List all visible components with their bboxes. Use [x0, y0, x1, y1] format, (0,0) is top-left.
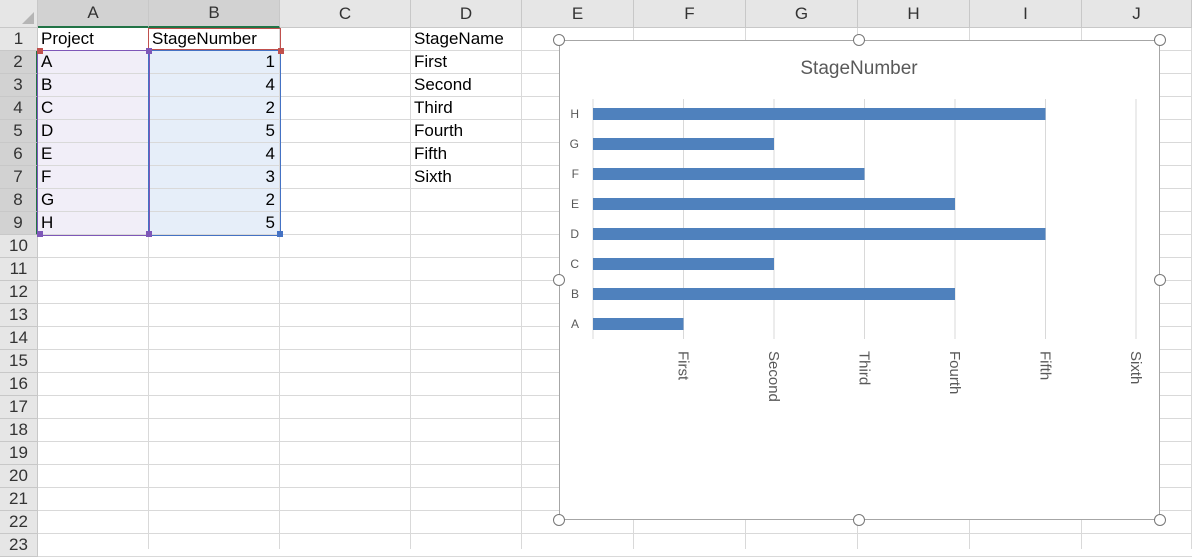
select-all-icon	[22, 12, 34, 24]
bar-b	[593, 288, 955, 300]
x-tick-label-sixth: Sixth	[1127, 351, 1144, 384]
cell-d7[interactable]: Sixth	[414, 165, 517, 188]
column-header-b[interactable]: B	[149, 0, 280, 28]
x-tick-label-second: Second	[765, 351, 782, 402]
gridline-horizontal	[38, 533, 1192, 534]
cell-d4[interactable]: Third	[414, 96, 517, 119]
cell-a1[interactable]: Project	[41, 27, 144, 50]
project-range-border	[37, 50, 150, 236]
column-header-e[interactable]: E	[522, 0, 634, 28]
row-header-20[interactable]: 20	[0, 465, 38, 488]
bar-chart[interactable]: StageNumber A B C D E F G H First Second Third Four…	[559, 40, 1160, 520]
x-tick-label-fifth: Fifth	[1037, 351, 1054, 380]
row-header-6[interactable]: 6	[0, 143, 38, 166]
row-header-5[interactable]: 5	[0, 120, 38, 143]
column-header-a[interactable]: A	[38, 0, 149, 28]
range-handle[interactable]	[37, 48, 43, 54]
row-header-8[interactable]: 8	[0, 189, 38, 212]
chart-resize-handle[interactable]	[853, 34, 865, 46]
cell-d2[interactable]: First	[414, 50, 517, 73]
select-all-corner[interactable]	[0, 0, 38, 28]
row-header-7[interactable]: 7	[0, 166, 38, 189]
column-header-g[interactable]: G	[746, 0, 858, 28]
stage-range-border	[148, 50, 281, 236]
row-header-12[interactable]: 12	[0, 281, 38, 304]
row-header-22[interactable]: 22	[0, 511, 38, 534]
bar-c	[593, 258, 774, 270]
range-handle[interactable]	[277, 231, 283, 237]
category-label-a: A	[571, 317, 579, 331]
row-header-15[interactable]: 15	[0, 350, 38, 373]
category-label-h: H	[570, 107, 579, 121]
row-header-17[interactable]: 17	[0, 396, 38, 419]
chart-canvas: StageNumber A B C D E F G H First Second Third Four…	[570, 58, 1144, 402]
row-header-14[interactable]: 14	[0, 327, 38, 350]
x-tick-label-third: Third	[856, 351, 873, 385]
category-label-f: F	[572, 167, 579, 181]
chart-resize-handle[interactable]	[853, 514, 865, 526]
row-header-18[interactable]: 18	[0, 419, 38, 442]
x-tick-label-first: First	[675, 351, 692, 381]
bar-e	[593, 198, 955, 210]
column-header-d[interactable]: D	[411, 0, 522, 28]
column-header-f[interactable]: F	[634, 0, 746, 28]
chart-resize-handle[interactable]	[553, 514, 565, 526]
column-header-h[interactable]: H	[858, 0, 970, 28]
row-header-21[interactable]: 21	[0, 488, 38, 511]
bar-f	[593, 168, 865, 180]
row-header-3[interactable]: 3	[0, 74, 38, 97]
row-header-4[interactable]: 4	[0, 97, 38, 120]
row-header-23[interactable]: 23	[0, 534, 38, 557]
chart-resize-handle[interactable]	[1154, 34, 1166, 46]
row-header-2[interactable]: 2	[0, 51, 38, 74]
x-tick-label-fourth: Fourth	[946, 351, 963, 394]
chart-resize-handle[interactable]	[1154, 274, 1166, 286]
range-handle[interactable]	[146, 231, 152, 237]
row-header-19[interactable]: 19	[0, 442, 38, 465]
chart-resize-handle[interactable]	[553, 34, 565, 46]
gridline-vertical	[521, 28, 522, 549]
bar-h	[593, 108, 1046, 120]
row-header-13[interactable]: 13	[0, 304, 38, 327]
category-label-e: E	[571, 197, 579, 211]
column-header-j[interactable]: J	[1082, 0, 1192, 28]
row-header-16[interactable]: 16	[0, 373, 38, 396]
category-label-d: D	[570, 227, 579, 241]
category-label-c: C	[570, 257, 579, 271]
row-header-1[interactable]: 1	[0, 28, 38, 51]
cell-d1[interactable]: StageName	[414, 27, 517, 50]
header-range-border	[148, 28, 281, 50]
bar-a	[593, 318, 684, 330]
range-handle[interactable]	[278, 48, 284, 54]
cell-d6[interactable]: Fifth	[414, 142, 517, 165]
category-label-b: B	[571, 287, 579, 301]
cell-d5[interactable]: Fourth	[414, 119, 517, 142]
bar-g	[593, 138, 774, 150]
column-header-i[interactable]: I	[970, 0, 1082, 28]
range-handle[interactable]	[146, 48, 152, 54]
chart-resize-handle[interactable]	[553, 274, 565, 286]
chart-title: StageNumber	[800, 58, 918, 79]
row-header-9[interactable]: 9	[0, 212, 38, 235]
bar-d	[593, 228, 1046, 240]
column-header-c[interactable]: C	[280, 0, 411, 28]
range-handle[interactable]	[37, 231, 43, 237]
chart-resize-handle[interactable]	[1154, 514, 1166, 526]
row-header-11[interactable]: 11	[0, 258, 38, 281]
row-header-10[interactable]: 10	[0, 235, 38, 258]
category-label-g: G	[570, 137, 579, 151]
gridline-vertical	[410, 28, 411, 549]
cell-d3[interactable]: Second	[414, 73, 517, 96]
